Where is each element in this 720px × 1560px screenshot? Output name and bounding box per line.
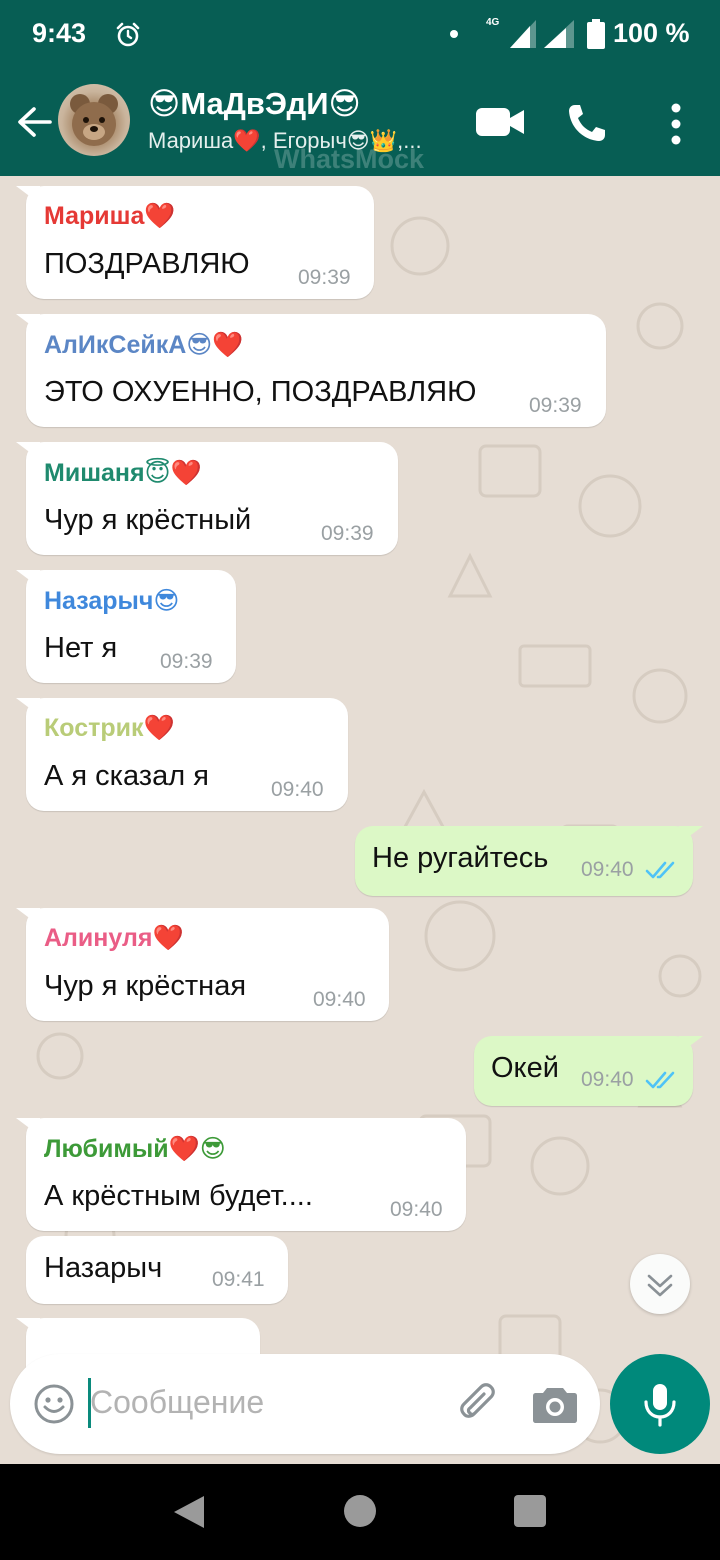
signal-icon	[544, 20, 574, 48]
message-input[interactable]: Сообщение	[90, 1384, 264, 1421]
message-sender: АлИкСейкА😎❤️	[44, 331, 244, 359]
message-text: Окей	[491, 1052, 559, 1084]
message-text: А крёстным будет....	[44, 1180, 313, 1212]
emoji-icon[interactable]	[32, 1382, 76, 1426]
message-sender: Назарыч😎	[44, 587, 180, 615]
message-bubble[interactable]: Кострик❤️ А я сказал я 09:40	[16, 698, 348, 811]
bubble-tail	[16, 442, 40, 460]
message-time: 09:40	[271, 778, 324, 801]
status-bar: 9:43 4G 100 %	[0, 0, 720, 72]
message-time: 09:41	[212, 1268, 265, 1291]
bubble-tail	[16, 698, 40, 716]
bubble-tail	[16, 1318, 40, 1336]
watermark: WhatsMock	[274, 144, 425, 174]
video-call-icon[interactable]	[474, 102, 526, 142]
signal-icon	[510, 20, 536, 48]
message-text: Не ругайтесь	[372, 842, 549, 874]
message-bubble[interactable]: Мишаня😇❤️ Чур я крёстный 09:39	[16, 442, 398, 555]
message-text: Чур я крёстный	[44, 504, 252, 536]
message-sender: Алинуля❤️	[44, 924, 184, 952]
bubble-tail	[16, 570, 40, 588]
message-bubble[interactable]: Мариша❤️ ПОЗДРАВЛЯЮ 09:39	[16, 186, 374, 299]
message-sender: Мариша❤️	[44, 202, 176, 230]
attach-icon[interactable]	[456, 1382, 502, 1428]
chat-header[interactable]: 😎МаДвЭдИ😎 Мариша❤️, Егорыч😎👑,... WhatsMo…	[0, 72, 720, 176]
nav-home-icon[interactable]	[344, 1495, 376, 1527]
message-time: 09:40	[390, 1198, 443, 1221]
chat-title[interactable]: 😎МаДвЭдИ😎	[148, 86, 361, 122]
message-sender: Мишаня😇❤️	[44, 459, 202, 487]
message-bubble[interactable]: Алинуля❤️ Чур я крёстная 09:40	[16, 908, 389, 1021]
message-time: 09:39	[160, 650, 213, 673]
status-time: 9:43	[32, 18, 87, 48]
nav-back-icon[interactable]	[172, 1494, 206, 1530]
message-time: 09:40	[581, 858, 634, 881]
chevrons-down-icon	[647, 1274, 673, 1297]
message-text: Чур я крёстная	[44, 970, 247, 1002]
phone-icon[interactable]	[566, 102, 608, 144]
message-bubble[interactable]: АлИкСейкА😎❤️ ЭТО ОХУЕННО, ПОЗДРАВЛЯЮ 09:…	[16, 314, 606, 427]
system-nav-bar	[0, 1464, 720, 1560]
message-text: Назарыч	[44, 1252, 163, 1284]
message-time: 09:40	[581, 1068, 634, 1091]
message-bubble-outgoing[interactable]: Не ругайтесь 09:40	[355, 826, 703, 896]
message-bubble[interactable]: Назарыч😎 Нет я 09:39	[16, 570, 236, 683]
message-text: Нет я	[44, 632, 118, 664]
message-text: ПОЗДРАВЛЯЮ	[44, 248, 250, 280]
message-composer[interactable]: Сообщение	[10, 1354, 600, 1454]
message-bubble[interactable]: Назарыч 09:41	[26, 1236, 288, 1304]
message-sender: Любимый❤️😎	[44, 1135, 226, 1163]
voice-record-button[interactable]	[610, 1354, 710, 1454]
camera-icon[interactable]	[532, 1384, 578, 1424]
message-text: А я сказал я	[44, 760, 209, 792]
bubble-tail	[679, 1036, 703, 1054]
message-time: 09:39	[321, 522, 374, 545]
message-bubble-outgoing[interactable]: Окей 09:40	[474, 1036, 703, 1106]
bubble-tail	[16, 1118, 40, 1136]
message-text: ЭТО ОХУЕННО, ПОЗДРАВЛЯЮ	[44, 376, 477, 408]
teddy-bear-icon	[70, 94, 118, 146]
notification-dot-icon	[450, 30, 458, 38]
scroll-to-bottom-button[interactable]	[630, 1254, 690, 1314]
battery-icon	[587, 19, 605, 49]
network-type: 4G	[486, 17, 500, 28]
bubble-tail	[16, 186, 40, 204]
back-arrow-icon[interactable]	[14, 102, 54, 142]
chat-area[interactable]: Мариша❤️ ПОЗДРАВЛЯЮ 09:39 АлИкСейкА😎❤️ Э…	[0, 176, 720, 1464]
bubble-tail	[16, 908, 40, 926]
read-receipt-icon	[645, 1071, 675, 1089]
mic-icon	[644, 1384, 676, 1427]
bubble-tail	[679, 826, 703, 844]
nav-recents-icon[interactable]	[514, 1495, 546, 1527]
app-header: 9:43 4G 100 % 😎МаДвЭдИ😎 Мариша❤️, Егорыч…	[0, 0, 720, 176]
message-sender: Кострик❤️	[44, 714, 175, 742]
more-vert-icon[interactable]	[666, 102, 686, 146]
message-time: 09:39	[298, 266, 351, 289]
alarm-icon	[116, 22, 140, 47]
read-receipt-icon	[645, 861, 675, 879]
message-time: 09:39	[529, 394, 582, 417]
battery-percent: 100 %	[613, 18, 690, 48]
message-bubble[interactable]: Любимый❤️😎 А крёстным будет.... 09:40	[16, 1118, 466, 1231]
group-avatar[interactable]	[58, 84, 130, 156]
message-time: 09:40	[313, 988, 366, 1011]
bubble-tail	[16, 314, 40, 332]
